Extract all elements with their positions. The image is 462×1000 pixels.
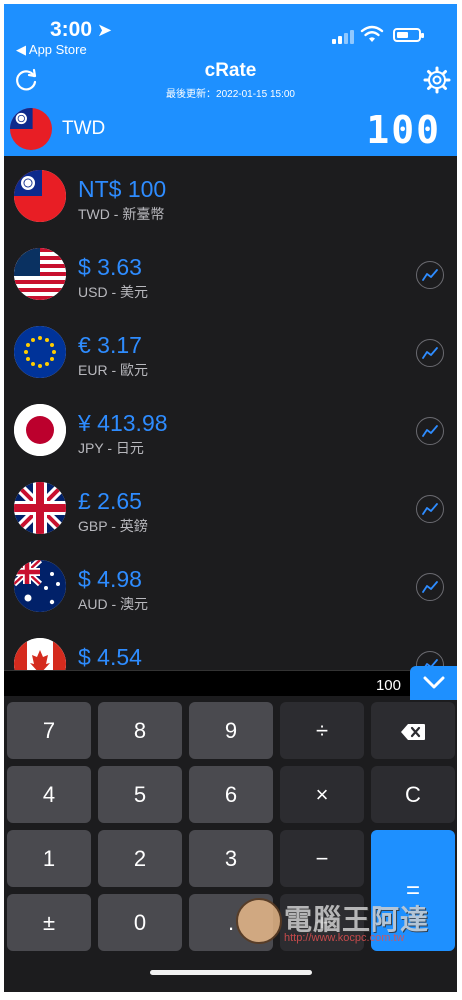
mascot-face-icon xyxy=(236,898,282,944)
usa-flag-icon xyxy=(14,248,66,300)
key-9[interactable]: 9 xyxy=(189,702,273,759)
key-5[interactable]: 5 xyxy=(98,766,182,823)
input-display-value: 100 xyxy=(375,677,401,694)
site-watermark: 電腦王阿達 http://www.kocpc.com.tw xyxy=(236,896,440,952)
phone-screen: 3:00 ➤ ◀ App Store cRate 最後更新：2022-01-15… xyxy=(4,4,457,992)
currency-row-cad[interactable]: $ 4.54 xyxy=(4,624,457,670)
currency-name: AUD - 澳元 xyxy=(78,596,148,612)
currency-amount: € 3.17 xyxy=(78,332,142,358)
gear-icon[interactable] xyxy=(423,66,451,94)
key-multiply[interactable]: × xyxy=(280,766,364,823)
taiwan-flag-icon xyxy=(10,108,52,150)
taiwan-flag-icon xyxy=(14,170,66,222)
currency-name: EUR - 歐元 xyxy=(78,362,148,378)
trend-line-icon xyxy=(422,503,438,515)
key-2[interactable]: 2 xyxy=(98,830,182,887)
cellular-signal-icon xyxy=(332,28,354,44)
currency-amount: $ 4.98 xyxy=(78,566,142,592)
currency-row-eur[interactable]: € 3.17 EUR - 歐元 xyxy=(4,312,457,390)
backspace-button[interactable] xyxy=(371,702,455,759)
watermark-url: http://www.kocpc.com.tw xyxy=(284,932,405,944)
wifi-icon xyxy=(360,25,384,42)
currency-amount: ¥ 413.98 xyxy=(78,410,168,436)
uk-flag-icon xyxy=(14,482,66,534)
eu-flag-icon xyxy=(14,326,66,378)
currency-name: GBP - 英鎊 xyxy=(78,518,148,534)
location-arrow-icon: ➤ xyxy=(97,20,113,40)
currency-row-aud[interactable]: $ 4.98 AUD - 澳元 xyxy=(4,546,457,624)
last-updated-text: 最後更新：2022-01-15 15:00 xyxy=(166,89,295,100)
currency-row-twd[interactable]: NT$ 100 TWD - 新臺幣 xyxy=(4,156,457,234)
trend-chart-button[interactable] xyxy=(416,261,444,289)
currency-name: JPY - 日元 xyxy=(78,440,144,456)
key-7[interactable]: 7 xyxy=(7,702,91,759)
japan-flag-icon xyxy=(14,404,66,456)
trend-chart-button[interactable] xyxy=(416,417,444,445)
trend-line-icon xyxy=(422,581,438,593)
key-0[interactable]: 0 xyxy=(98,894,182,951)
currency-amount: NT$ 100 xyxy=(78,176,167,202)
app-header: 3:00 ➤ ◀ App Store cRate 最後更新：2022-01-15… xyxy=(4,4,457,156)
key-6[interactable]: 6 xyxy=(189,766,273,823)
currency-amount: £ 2.65 xyxy=(78,488,142,514)
key-1[interactable]: 1 xyxy=(7,830,91,887)
key-clear[interactable]: C xyxy=(371,766,455,823)
chevron-down-icon xyxy=(423,676,445,689)
currency-list: NT$ 100 TWD - 新臺幣 $ 3.63 USD - 美元 € 3.17… xyxy=(4,156,457,670)
currency-row-jpy[interactable]: ¥ 413.98 JPY - 日元 xyxy=(4,390,457,468)
base-amount-display: 100 xyxy=(366,108,441,152)
home-indicator[interactable] xyxy=(150,970,312,975)
key-minus[interactable]: − xyxy=(280,830,364,887)
canada-flag-icon xyxy=(14,638,66,670)
trend-chart-button[interactable] xyxy=(416,339,444,367)
collapse-keypad-button[interactable] xyxy=(410,666,457,700)
trend-chart-button[interactable] xyxy=(416,495,444,523)
trend-line-icon xyxy=(422,425,438,437)
battery-icon xyxy=(393,28,424,42)
key-divide[interactable]: ÷ xyxy=(280,702,364,759)
status-time: 3:00 xyxy=(50,18,93,41)
trend-chart-button[interactable] xyxy=(416,573,444,601)
currency-name: TWD - 新臺幣 xyxy=(78,206,165,222)
status-bar: 3:00 ➤ ◀ App Store xyxy=(4,4,457,60)
currency-amount: $ 4.54 xyxy=(78,644,142,670)
currency-amount: $ 3.63 xyxy=(78,254,142,280)
app-title: cRate xyxy=(204,60,257,81)
currency-row-gbp[interactable]: £ 2.65 GBP - 英鎊 xyxy=(4,468,457,546)
base-currency-code[interactable]: TWD xyxy=(62,118,105,140)
currency-row-usd[interactable]: $ 3.63 USD - 美元 xyxy=(4,234,457,312)
trend-line-icon xyxy=(422,347,438,359)
back-to-app-store-link[interactable]: ◀ App Store xyxy=(16,42,87,58)
key-3[interactable]: 3 xyxy=(189,830,273,887)
currency-name: USD - 美元 xyxy=(78,284,148,300)
input-display-bar: 100 xyxy=(4,670,457,696)
key-8[interactable]: 8 xyxy=(98,702,182,759)
australia-flag-icon xyxy=(14,560,66,612)
battery-level xyxy=(397,32,408,38)
trend-line-icon xyxy=(422,269,438,281)
backspace-icon xyxy=(401,724,425,741)
key-plus-minus[interactable]: ± xyxy=(7,894,91,951)
base-currency-flag[interactable] xyxy=(10,108,52,150)
key-4[interactable]: 4 xyxy=(7,766,91,823)
